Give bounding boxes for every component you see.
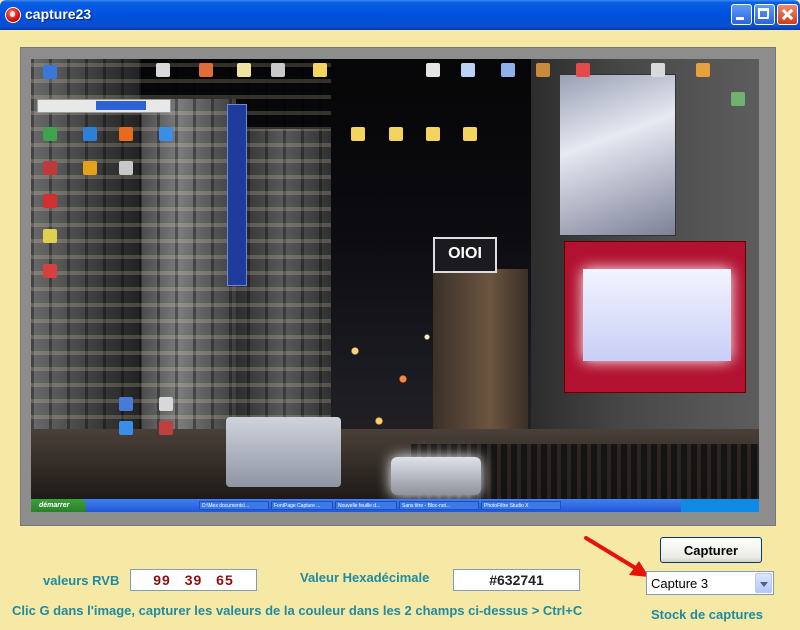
store-sign: OIOI bbox=[433, 237, 497, 273]
capture-stock-select[interactable]: Capture 3 bbox=[646, 571, 774, 595]
preview-start-button: démarrer bbox=[31, 499, 86, 512]
ie-icon bbox=[83, 127, 97, 141]
chevron-down-icon[interactable] bbox=[755, 573, 772, 593]
folder-icon bbox=[351, 127, 365, 141]
desktop-icon bbox=[43, 229, 57, 243]
preview-task-item: FontPage Capture ... bbox=[271, 501, 333, 510]
desktop-icon bbox=[271, 63, 285, 77]
stock-label: Stock de captures bbox=[651, 607, 763, 622]
capture-stock-selected: Capture 3 bbox=[651, 576, 709, 591]
desktop-icon bbox=[43, 161, 57, 175]
desktop-icon bbox=[651, 63, 665, 77]
capture-preview-frame: OIOI démarrer D:\Mes documents\... FontP… bbox=[20, 47, 776, 526]
desktop-icon bbox=[119, 161, 133, 175]
desktop-icon bbox=[159, 397, 173, 411]
desktop-icon bbox=[43, 264, 57, 278]
app-icon[interactable] bbox=[5, 7, 21, 23]
recycle-bin-icon bbox=[731, 92, 745, 106]
desktop-icon bbox=[156, 63, 170, 77]
desktop-icon bbox=[43, 65, 57, 79]
folder-icon bbox=[313, 63, 327, 77]
window-title: capture23 bbox=[25, 6, 92, 22]
preview-system-tray bbox=[681, 499, 759, 512]
desktop-icon bbox=[159, 127, 173, 141]
desktop-icon bbox=[501, 63, 515, 77]
desktop-icon bbox=[199, 63, 213, 77]
rvb-value-field[interactable]: 99 39 65 bbox=[130, 569, 257, 591]
maximize-icon[interactable] bbox=[754, 4, 775, 25]
preview-taskbar: démarrer D:\Mes documents\... FontPage C… bbox=[31, 499, 759, 512]
desktop-icon bbox=[119, 421, 133, 435]
desktop-icon bbox=[461, 63, 475, 77]
city-lights bbox=[331, 309, 451, 449]
desktop-icon bbox=[43, 194, 57, 208]
red-arrow-icon bbox=[584, 536, 649, 577]
capture-button[interactable]: Capturer bbox=[660, 537, 762, 563]
title-bar[interactable]: capture23 bbox=[0, 0, 800, 30]
desktop-icon bbox=[119, 397, 133, 411]
car-image bbox=[391, 457, 481, 495]
folder-icon bbox=[426, 127, 440, 141]
media-player-mini bbox=[37, 99, 171, 113]
app-window: capture23 OIOI démarrer D:\Mes documents… bbox=[0, 0, 800, 630]
minimize-icon[interactable] bbox=[731, 4, 752, 25]
desktop-icon bbox=[159, 421, 173, 435]
captured-screenshot-image[interactable]: OIOI démarrer D:\Mes documents\... FontP… bbox=[31, 59, 759, 512]
hex-label: Valeur Hexadécimale bbox=[300, 570, 430, 585]
help-text: Clic G dans l'image, capturer les valeur… bbox=[12, 603, 583, 618]
desktop-icon bbox=[237, 63, 251, 77]
bus-image bbox=[226, 417, 341, 487]
preview-task-item: Nouvelle feuille d... bbox=[335, 501, 397, 510]
billboard-image bbox=[559, 74, 676, 236]
desktop-icon bbox=[83, 161, 97, 175]
chrome-icon bbox=[43, 127, 57, 141]
preview-task-item: D:\Mes documents\... bbox=[199, 501, 269, 510]
folder-icon bbox=[463, 127, 477, 141]
preview-task-item: PhotoFiltre Studio X bbox=[481, 501, 561, 510]
lit-screen bbox=[583, 269, 731, 361]
desktop-icon bbox=[426, 63, 440, 77]
close-icon[interactable] bbox=[777, 4, 798, 25]
desktop-icon bbox=[536, 63, 550, 77]
folder-icon bbox=[389, 127, 403, 141]
desktop-icon bbox=[576, 63, 590, 77]
preview-task-item: Sans titre - Bloc-not... bbox=[399, 501, 479, 510]
vertical-sign bbox=[227, 104, 247, 286]
hex-value-field[interactable]: #632741 bbox=[453, 569, 580, 591]
rvb-label: valeurs RVB bbox=[43, 573, 120, 588]
desktop-icon bbox=[696, 63, 710, 77]
firefox-icon bbox=[119, 127, 133, 141]
